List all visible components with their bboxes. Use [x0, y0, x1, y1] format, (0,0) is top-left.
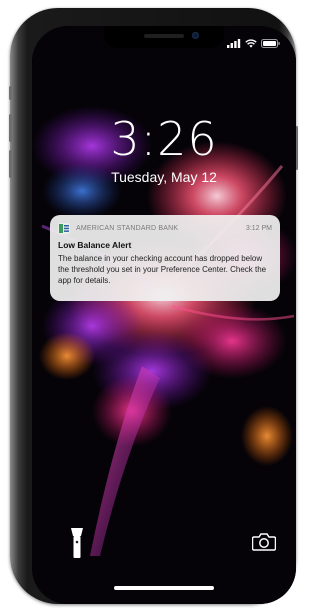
- signal-icon: [227, 39, 241, 48]
- lock-screen-time: 3:26: [110, 112, 218, 166]
- front-camera: [192, 32, 199, 39]
- lock-screen: 3:26 Tuesday, May 12 AMERICAN STANDARD B…: [32, 26, 296, 604]
- phone-frame: 3:26 Tuesday, May 12 AMERICAN STANDARD B…: [9, 8, 298, 604]
- notification-body: The balance in your checking account has…: [58, 254, 267, 285]
- flashlight-button[interactable]: [70, 526, 84, 565]
- status-bar-icons: [227, 39, 280, 48]
- notification-header: AMERICAN STANDARD BANK 3:12 PM: [58, 222, 272, 234]
- silent-switch: [9, 86, 12, 100]
- notification-time: 3:12 PM: [245, 224, 272, 232]
- volume-down-button: [9, 150, 12, 178]
- notification-app-name: AMERICAN STANDARD BANK: [76, 224, 179, 232]
- home-indicator[interactable]: [114, 586, 214, 590]
- lock-screen-date: Tuesday, May 12: [111, 169, 217, 185]
- camera-button[interactable]: [251, 532, 277, 556]
- battery-icon: [261, 39, 280, 48]
- notch: [104, 26, 224, 48]
- wifi-icon: [245, 39, 257, 48]
- bank-app-icon: [58, 222, 70, 234]
- notification-title: Low Balance Alert: [58, 240, 132, 250]
- volume-up-button: [9, 114, 12, 142]
- camera-icon: [251, 533, 277, 551]
- flashlight-icon: [71, 528, 83, 558]
- notification-card[interactable]: AMERICAN STANDARD BANK 3:12 PM Low Balan…: [50, 215, 280, 301]
- speaker-grille: [144, 34, 184, 38]
